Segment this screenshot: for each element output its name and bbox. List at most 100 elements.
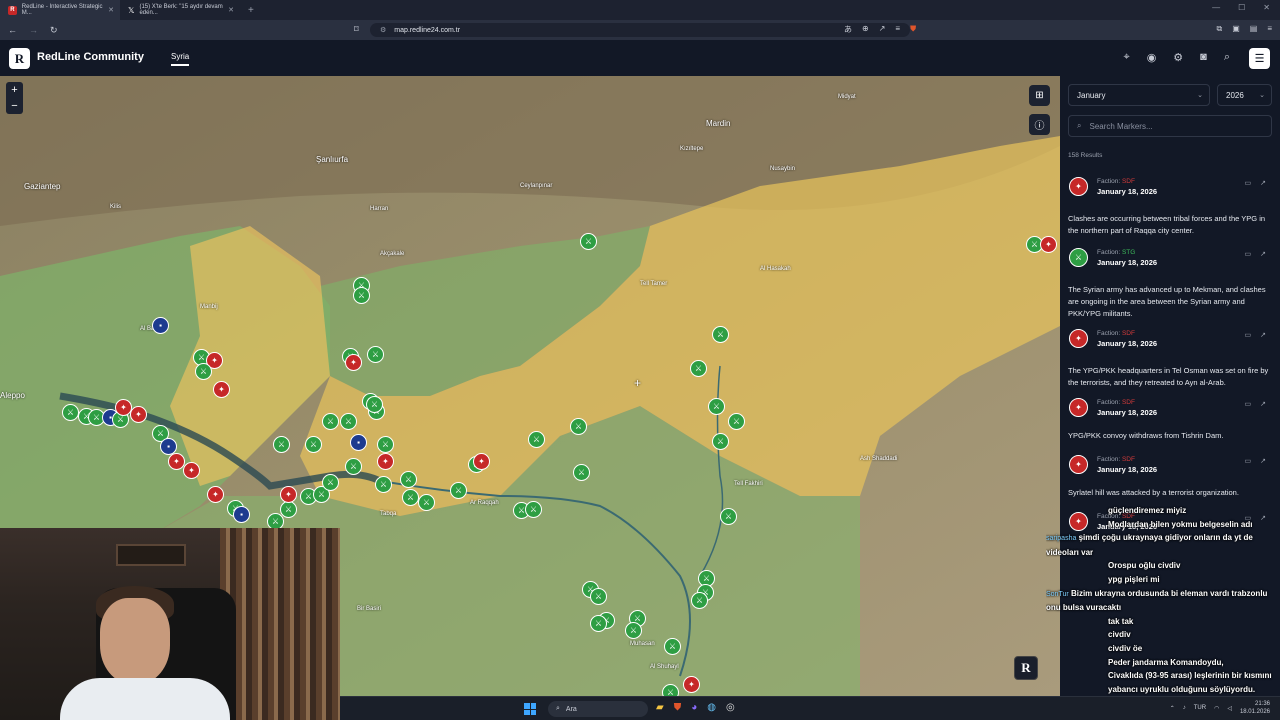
- map-event-marker[interactable]: ✦: [280, 486, 297, 503]
- map-event-marker[interactable]: ⚔: [366, 396, 383, 413]
- clock[interactable]: 21:36 18.01.2026: [1240, 700, 1270, 716]
- minimize-icon[interactable]: —: [1212, 3, 1220, 12]
- map-event-marker[interactable]: ⚔: [280, 501, 297, 518]
- redline-logo[interactable]: R: [9, 48, 30, 69]
- map-event-marker[interactable]: ⚔: [570, 418, 587, 435]
- map-event-marker[interactable]: ⚔: [375, 476, 392, 493]
- map-event-marker[interactable]: ▪: [152, 317, 169, 334]
- brand-name[interactable]: RedLine Community: [37, 51, 144, 63]
- map-event-marker[interactable]: ⚔: [305, 436, 322, 453]
- map-event-marker[interactable]: ▪: [350, 434, 367, 451]
- brave-icon[interactable]: ⛊: [674, 702, 682, 713]
- settings-icon[interactable]: ⚙: [1173, 51, 1183, 64]
- close-icon[interactable]: ✕: [228, 6, 234, 14]
- map-event-marker[interactable]: ⚔: [62, 404, 79, 421]
- external-link-icon[interactable]: ↗: [1260, 331, 1266, 339]
- map-event-marker[interactable]: ⚔: [664, 638, 681, 655]
- external-link-icon[interactable]: ↗: [1260, 179, 1266, 187]
- video-icon[interactable]: ▭: [1245, 457, 1252, 465]
- sidebar-toggle-icon[interactable]: ▣: [1232, 24, 1240, 34]
- map-event-marker[interactable]: ✦: [377, 453, 394, 470]
- map-event-marker[interactable]: ⚔: [720, 508, 737, 525]
- map-event-marker[interactable]: ⚔: [353, 287, 370, 304]
- steam-icon[interactable]: ◍: [707, 702, 716, 713]
- reload-icon[interactable]: ↻: [50, 25, 58, 36]
- discord-icon[interactable]: ◕: [691, 702, 697, 713]
- location-icon[interactable]: ◉: [1147, 51, 1157, 64]
- map-event-marker[interactable]: ✦: [213, 381, 230, 398]
- tab-x[interactable]: 𝕏 (15) X'te Berk: "15 aydır devam eden..…: [120, 0, 240, 20]
- month-select[interactable]: January ⌄: [1068, 84, 1210, 106]
- map-event-marker[interactable]: ⚔: [345, 458, 362, 475]
- taskbar-search[interactable]: ⌕ Ara: [548, 701, 648, 717]
- map-event-marker[interactable]: ⚔: [525, 501, 542, 518]
- microphone-icon[interactable]: ♪: [1183, 705, 1186, 711]
- menu-icon[interactable]: ≡: [1267, 24, 1272, 34]
- url-field[interactable]: ⚙ map.redline24.com.tr: [370, 23, 910, 37]
- map-event-marker[interactable]: ✦: [473, 453, 490, 470]
- external-link-icon[interactable]: ↗: [1260, 400, 1266, 408]
- map-event-marker[interactable]: ⚔: [573, 464, 590, 481]
- lang-indicator[interactable]: TUR: [1194, 705, 1206, 711]
- map-event-marker[interactable]: ⚔: [322, 413, 339, 430]
- pin-tag-icon[interactable]: ⌖: [1123, 51, 1129, 64]
- map-event-marker[interactable]: ⚔: [712, 326, 729, 343]
- map-event-marker[interactable]: ⚔: [590, 588, 607, 605]
- map-event-marker[interactable]: ⚔: [662, 684, 679, 696]
- translate-icon[interactable]: あ: [844, 24, 852, 35]
- obs-icon[interactable]: ◎: [726, 702, 735, 713]
- chevron-up-icon[interactable]: ⌃: [1170, 705, 1175, 712]
- back-icon[interactable]: ←: [8, 25, 17, 36]
- info-button[interactable]: ⓘ: [1029, 114, 1050, 135]
- zoom-out-button[interactable]: −: [11, 100, 17, 112]
- tab-redline[interactable]: R RedLine - Interactive Strategic M... ✕: [0, 0, 120, 20]
- brave-shield-icon[interactable]: ⛊: [910, 24, 916, 35]
- map-event-marker[interactable]: ⚔: [377, 436, 394, 453]
- close-window-icon[interactable]: ✕: [1263, 3, 1270, 12]
- camera-icon[interactable]: ◙: [1200, 51, 1207, 64]
- maximize-icon[interactable]: ☐: [1238, 3, 1245, 12]
- map-event-marker[interactable]: ✦: [207, 486, 224, 503]
- forward-icon[interactable]: →: [29, 25, 38, 36]
- map-event-marker[interactable]: ⚔: [528, 431, 545, 448]
- zoom-in-button[interactable]: +: [11, 84, 17, 96]
- extensions-icon[interactable]: ⧉: [1216, 24, 1222, 34]
- external-link-icon[interactable]: ↗: [1260, 457, 1266, 465]
- map-event-marker[interactable]: ⚔: [340, 413, 357, 430]
- map-event-marker[interactable]: ✦: [1040, 236, 1057, 253]
- map-event-marker[interactable]: ⚔: [712, 433, 729, 450]
- map-event-marker[interactable]: ⚔: [708, 398, 725, 415]
- hamburger-menu-button[interactable]: ☰: [1249, 48, 1270, 69]
- share-icon[interactable]: ↗: [879, 24, 886, 35]
- video-icon[interactable]: ▭: [1245, 250, 1252, 258]
- volume-icon[interactable]: ◁: [1227, 705, 1232, 712]
- map-event-marker[interactable]: ⚔: [580, 233, 597, 250]
- map-event-marker[interactable]: ✦: [183, 462, 200, 479]
- external-link-icon[interactable]: ↗: [1260, 250, 1266, 258]
- year-select[interactable]: 2026 ⌄: [1217, 84, 1272, 106]
- map-event-marker[interactable]: ⚔: [273, 436, 290, 453]
- map-event-marker[interactable]: ⚔: [400, 471, 417, 488]
- new-tab-icon[interactable]: +: [248, 5, 254, 16]
- map-event-marker[interactable]: ⚔: [691, 592, 708, 609]
- close-icon[interactable]: ✕: [108, 6, 114, 14]
- video-icon[interactable]: ▭: [1245, 331, 1252, 339]
- wallet-icon[interactable]: ▤: [1250, 24, 1258, 34]
- bookmark-icon[interactable]: ⌑: [354, 24, 359, 35]
- map-event-marker[interactable]: ⚔: [625, 622, 642, 639]
- reader-icon[interactable]: ≡: [895, 24, 900, 35]
- map-event-marker[interactable]: ⚔: [418, 494, 435, 511]
- map-event-marker[interactable]: ✦: [683, 676, 700, 693]
- map-event-marker[interactable]: ⚔: [450, 482, 467, 499]
- marker-search-input[interactable]: ⌕ Search Markers...: [1068, 115, 1272, 137]
- map-event-marker[interactable]: ⚔: [195, 363, 212, 380]
- map-event-marker[interactable]: ⚔: [690, 360, 707, 377]
- site-info-icon[interactable]: ⚙: [380, 26, 386, 34]
- map-event-marker[interactable]: ✦: [345, 354, 362, 371]
- zoom-icon[interactable]: ⊕: [862, 24, 869, 35]
- map-event-marker[interactable]: ⚔: [590, 615, 607, 632]
- tab-syria[interactable]: Syria: [171, 52, 190, 66]
- folder-icon[interactable]: ▰: [656, 702, 664, 713]
- video-icon[interactable]: ▭: [1245, 179, 1252, 187]
- wifi-icon[interactable]: ◠: [1214, 705, 1219, 712]
